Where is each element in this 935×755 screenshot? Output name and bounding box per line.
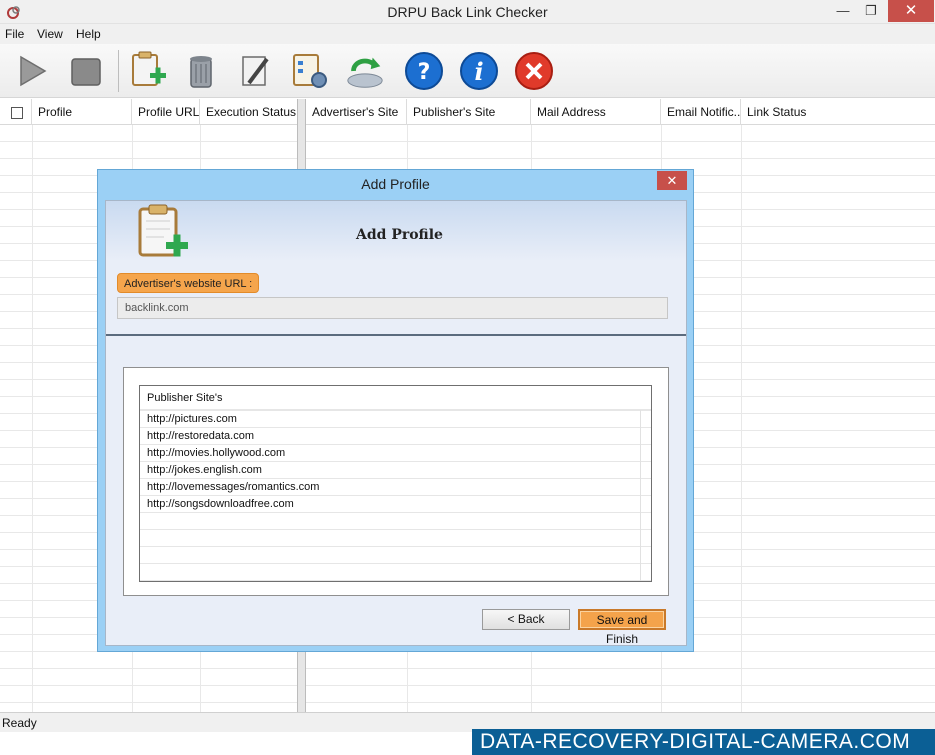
svg-text:?: ? (418, 60, 431, 85)
settings-icon (293, 54, 327, 88)
dialog-body: Add Profile Advertiser's website URL : P… (105, 200, 687, 646)
add-profile-icon (132, 51, 166, 86)
minimize-button[interactable]: — (828, 0, 858, 22)
publisher-sites-header: Publisher Site's (140, 386, 651, 410)
delete-button[interactable] (180, 50, 222, 92)
play-icon (20, 55, 47, 87)
toolbar: ? i (0, 44, 935, 98)
list-item[interactable]: http://restoredata.com (147, 428, 254, 445)
list-item[interactable]: http://lovemessages/romantics.com (147, 479, 319, 496)
exit-button[interactable] (513, 50, 555, 92)
add-profile-icon (138, 204, 188, 257)
column-email-notification[interactable]: Email Notific... (661, 99, 741, 125)
list-item[interactable]: http://songsdownloadfree.com (147, 496, 294, 513)
advertiser-url-input[interactable] (117, 297, 668, 319)
select-all-checkbox[interactable] (11, 107, 23, 119)
dialog-close-button[interactable]: ✕ (657, 171, 687, 190)
list-item[interactable]: http://movies.hollywood.com (147, 445, 285, 462)
maximize-button[interactable]: ❐ (856, 0, 886, 22)
dialog-header-panel: Add Profile Advertiser's website URL : (106, 201, 686, 336)
delete-icon (190, 56, 212, 88)
menu-file[interactable]: File (5, 27, 24, 41)
exit-icon (515, 52, 553, 90)
back-button[interactable]: < Back (482, 609, 570, 630)
title-bar: DRPU Back Link Checker — ❐ ✕ (0, 0, 935, 24)
advertiser-url-label: Advertiser's website URL : (117, 273, 260, 293)
stop-icon (71, 58, 101, 86)
publisher-sites-frame: Publisher Site's http://pictures.com htt… (123, 367, 669, 596)
stop-button[interactable] (65, 50, 107, 92)
select-all-column (0, 99, 32, 125)
window-title: DRPU Back Link Checker (387, 4, 548, 20)
toolbar-separator (118, 50, 119, 92)
edit-icon (242, 56, 269, 86)
publisher-sites-list[interactable]: Publisher Site's http://pictures.com htt… (139, 385, 652, 582)
close-window-button[interactable]: ✕ (888, 0, 934, 22)
info-icon: i (460, 52, 498, 90)
menu-view[interactable]: View (37, 27, 63, 41)
svg-text:i: i (474, 57, 483, 86)
menu-help[interactable]: Help (76, 27, 101, 41)
profiles-grid-header: Profile Profile URL Execution Status (0, 99, 297, 125)
column-advertisers-site[interactable]: Advertiser's Site (306, 99, 407, 125)
column-profile-url[interactable]: Profile URL (132, 99, 200, 125)
help-button[interactable]: ? (403, 50, 445, 92)
add-profile-button[interactable] (127, 50, 169, 92)
list-item[interactable]: http://pictures.com (147, 411, 237, 428)
column-execution-status[interactable]: Execution Status (200, 99, 298, 125)
refresh-button[interactable] (344, 50, 386, 92)
add-profile-dialog: Add Profile ✕ Add Profile Advertiser's w… (97, 169, 694, 652)
play-button[interactable] (10, 50, 52, 92)
publisher-sites-header-label: Publisher Site's (147, 392, 223, 404)
dialog-heading: Add Profile (356, 227, 443, 243)
column-link-status[interactable]: Link Status (741, 99, 935, 125)
refresh-icon (347, 57, 383, 88)
help-icon: ? (405, 52, 443, 90)
info-button[interactable]: i (458, 50, 500, 92)
column-mail-address[interactable]: Mail Address (531, 99, 661, 125)
dialog-title: Add Profile (361, 176, 430, 192)
edit-button[interactable] (234, 50, 276, 92)
list-item[interactable]: http://jokes.english.com (147, 462, 262, 479)
save-and-finish-button[interactable]: Save and Finish (578, 609, 666, 646)
results-grid-header: Advertiser's Site Publisher's Site Mail … (306, 99, 935, 125)
settings-button[interactable] (288, 50, 330, 92)
column-publishers-site[interactable]: Publisher's Site (407, 99, 531, 125)
status-text: Ready (2, 716, 37, 730)
column-profile[interactable]: Profile (32, 99, 132, 125)
watermark-banner: DATA-RECOVERY-DIGITAL-CAMERA.COM (472, 729, 935, 755)
menu-bar: File View Help (0, 24, 935, 44)
